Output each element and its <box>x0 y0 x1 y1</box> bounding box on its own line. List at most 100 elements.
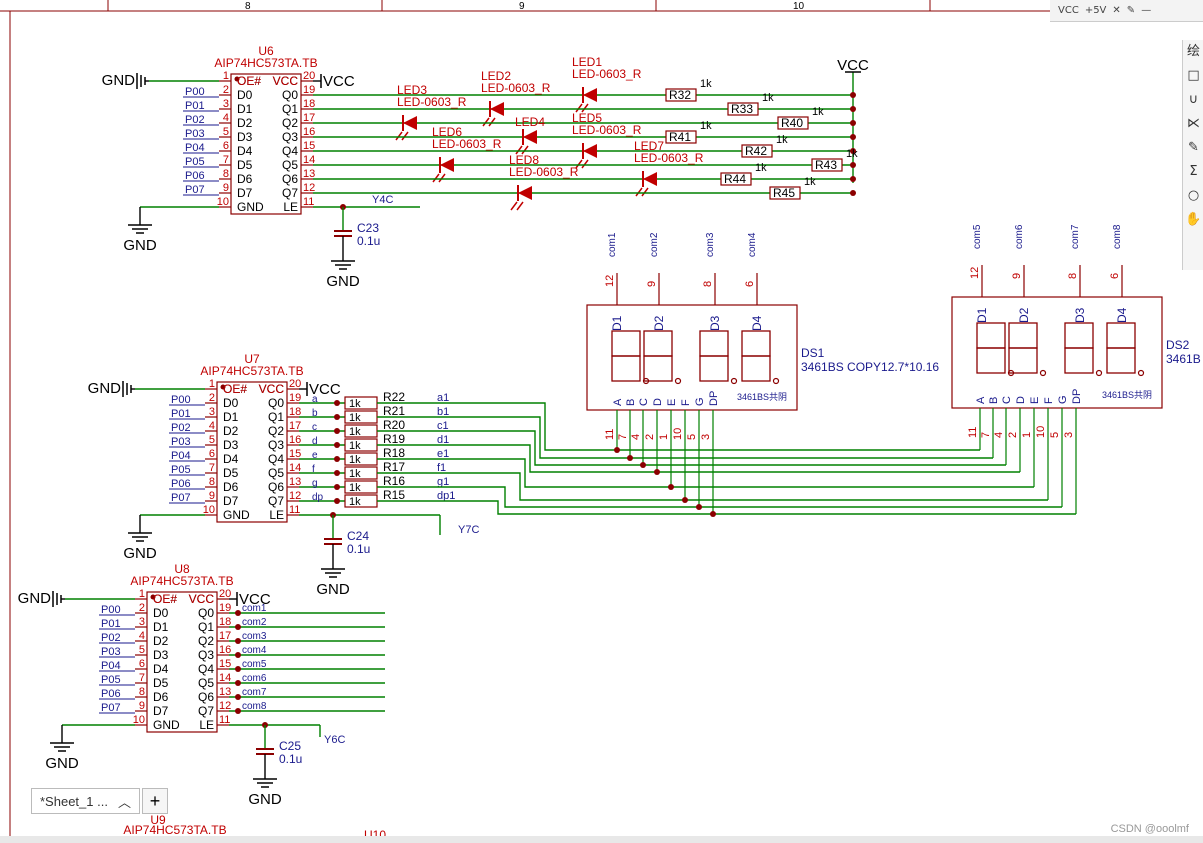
junction-dot <box>640 462 646 468</box>
pin-name: Q2 <box>268 424 284 438</box>
pin-name: D2 <box>223 424 239 438</box>
resistor-ref: R16 <box>383 474 405 488</box>
pin-name: Q4 <box>282 144 298 158</box>
input-net-label: P02 <box>171 422 191 434</box>
pin-number: 9 <box>139 700 145 712</box>
rectangle-tool-icon[interactable]: □ <box>1183 64 1203 88</box>
vcc-power-icon[interactable]: VCC <box>1058 5 1079 16</box>
pin-name: LE <box>199 718 214 732</box>
pin-number: 8 <box>702 281 714 287</box>
pin-name: D3 <box>153 648 169 662</box>
junction-dot <box>334 414 340 420</box>
pin-number: 12 <box>969 267 981 279</box>
led-arrow <box>401 131 409 141</box>
com-net-label: com7 <box>1070 224 1081 249</box>
probe-icon[interactable]: ✎ <box>1127 5 1135 16</box>
pan-tool-icon[interactable]: ✋ <box>1183 208 1203 232</box>
pin-name: DP <box>708 391 720 406</box>
segment-net-label: dp1 <box>437 490 455 502</box>
com-net-label: com6 <box>1014 224 1025 249</box>
display-ref: DS1 <box>801 346 825 360</box>
circle-tool-icon[interactable]: ○ <box>1183 184 1203 208</box>
pin-number: 16 <box>219 644 231 656</box>
resistor-value: 1k <box>804 176 816 188</box>
pin-number: 10 <box>672 428 684 440</box>
decimal-point <box>674 377 682 385</box>
pin-number: 13 <box>303 168 315 180</box>
segment-upper <box>976 322 1006 349</box>
pin-name: Q1 <box>198 620 214 634</box>
pin-number: 4 <box>139 630 145 642</box>
resistor-value: 1k <box>349 398 361 410</box>
pin-number: 19 <box>289 392 301 404</box>
add-sheet-button[interactable]: + <box>141 788 168 814</box>
resistor-value: 1k <box>349 412 361 424</box>
pin-number: 4 <box>209 420 215 432</box>
bezier-tool-icon[interactable]: ⋉ <box>1183 112 1203 136</box>
chevron-up-icon[interactable]: ︿ <box>118 792 131 811</box>
pin-name: E <box>666 399 678 406</box>
pin-number: 11 <box>604 429 616 440</box>
pen-tool-icon[interactable]: ✎ <box>1183 136 1203 160</box>
com-net-label: com5 <box>972 224 983 249</box>
watermark: CSDN @ooolmf <box>1110 823 1189 835</box>
pin-number: 14 <box>219 672 231 684</box>
horizontal-scrollbar[interactable] <box>0 836 1203 843</box>
pin-name: D6 <box>223 480 239 494</box>
pin-number: 10 <box>133 714 145 726</box>
junction-dot <box>850 134 856 140</box>
capacitor-ref: C24 <box>347 529 369 543</box>
le-net-label: Y7C <box>458 524 479 536</box>
pin-number: 14 <box>289 462 301 474</box>
led-ref: LED4 <box>515 115 545 129</box>
pin-number: 19 <box>219 602 231 614</box>
pin-number: 8 <box>209 476 215 488</box>
pin-number: 10 <box>1035 426 1047 438</box>
led-part: LED-0603_R <box>634 151 704 165</box>
pin-number: 9 <box>1011 273 1023 279</box>
plus5v-power-icon[interactable]: +5V <box>1085 5 1107 16</box>
pin-name: D4 <box>237 144 253 158</box>
decimal-point <box>1137 369 1145 377</box>
pin-name: D0 <box>153 606 169 620</box>
pin-number: 6 <box>223 140 229 152</box>
sheet-tab[interactable]: *Sheet_1 ... ︿ <box>31 788 140 814</box>
sum-tool-icon[interactable]: Σ <box>1183 160 1203 184</box>
pin-number: 8 <box>139 686 145 698</box>
segment-upper <box>1106 322 1136 349</box>
segment-net-label: e1 <box>437 448 449 460</box>
pin-number: 15 <box>219 658 231 670</box>
pin-number: 5 <box>1049 432 1061 438</box>
pin-number: 1 <box>658 434 670 440</box>
junction-dot <box>850 106 856 112</box>
resistor-value: 1k <box>812 106 824 118</box>
pin-number: 5 <box>223 126 229 138</box>
wire-icon[interactable]: — <box>1141 5 1151 16</box>
pin-number: 7 <box>209 462 215 474</box>
segment-net-label: a <box>312 394 318 405</box>
input-net-label: P01 <box>171 408 191 420</box>
pin-name: OE# <box>237 74 261 88</box>
pin-name: D1 <box>237 102 253 116</box>
resistor-value: 1k <box>349 440 361 452</box>
segment-upper <box>699 330 729 357</box>
no-connect-icon[interactable]: ✕ <box>1112 5 1120 16</box>
junction-dot <box>696 504 702 510</box>
pin-number: 17 <box>289 420 301 432</box>
pin-number: 12 <box>289 490 301 502</box>
pin-name: OE# <box>153 592 177 606</box>
pin-number: 7 <box>223 154 229 166</box>
junction-dot <box>235 638 241 644</box>
pin-number: 13 <box>219 686 231 698</box>
input-net-label: P05 <box>171 464 191 476</box>
place-toolbar: VCC +5V ✕ ✎ — <box>1050 0 1203 22</box>
junction-dot <box>850 162 856 168</box>
led-arrow <box>395 131 403 141</box>
arc-tool-icon[interactable]: ∪ <box>1183 88 1203 112</box>
led-arrow <box>641 187 649 197</box>
schematic-canvas[interactable]: 8 9 10 U6AIP74HC573TA.TB1 20OE# VCC2 19D0 Q0… <box>0 0 1203 843</box>
pin-number: 1 <box>139 588 145 600</box>
input-net-label: P06 <box>185 170 205 182</box>
resistor-ref: R44 <box>724 172 746 186</box>
pin-number: 10 <box>217 196 229 208</box>
